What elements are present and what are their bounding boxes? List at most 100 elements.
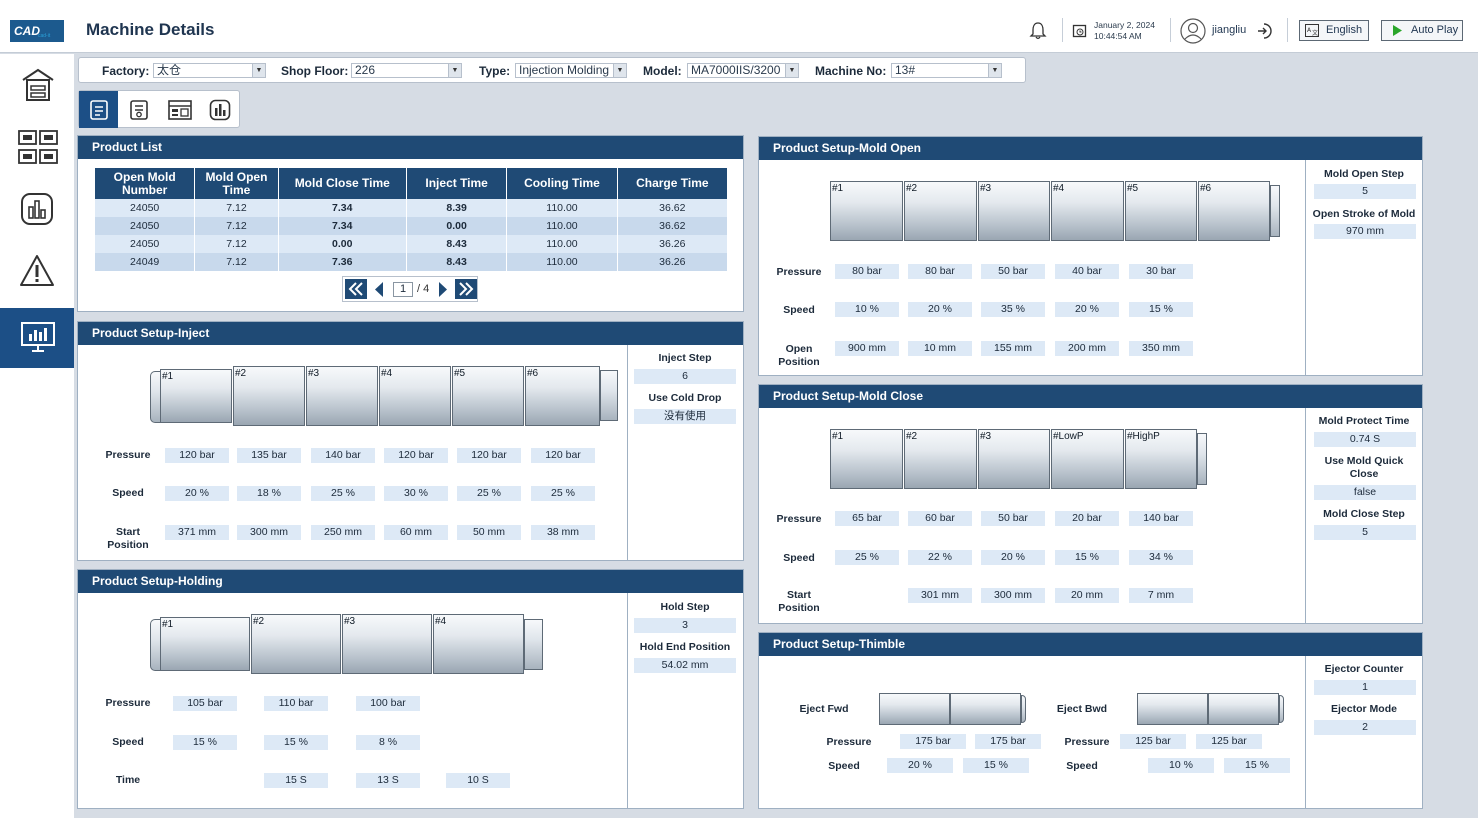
speed-value: 18 %	[237, 486, 301, 501]
tab-settings-doc[interactable]	[119, 91, 158, 128]
cylinder-stage: #3	[978, 181, 1050, 241]
speed-value: 20 %	[981, 550, 1045, 565]
speed-label: Speed	[112, 736, 144, 748]
tab-bar-chart[interactable]	[200, 91, 239, 128]
cylinder-stage: #1	[160, 617, 250, 671]
last-page-icon[interactable]	[455, 279, 477, 299]
bell-icon[interactable]	[1029, 21, 1047, 40]
report-chart-icon	[21, 193, 53, 225]
machine-no-select[interactable]: 13# ▼	[891, 63, 1002, 78]
sidebar-item-machines[interactable]	[0, 116, 74, 178]
open-stroke-value: 970 mm	[1314, 224, 1416, 239]
start-position-label: Start Position	[778, 589, 820, 614]
mold-close-step-label: Mold Close Step	[1323, 508, 1405, 520]
col-header: Mold Open Time	[195, 168, 278, 199]
factory-label: Factory:	[102, 64, 150, 78]
position-value: 38 mm	[531, 525, 595, 540]
holding-panel: Product Setup-Holding #1 #2 #3 #4 Pressu…	[77, 569, 744, 809]
pressure-label: Pressure	[776, 266, 822, 278]
cell: 7.36	[278, 253, 406, 271]
cylinder-end	[524, 619, 543, 670]
stage-label: #2	[906, 183, 918, 194]
thimble-side-info: Ejector Counter 1 Ejector Mode 2	[1305, 656, 1423, 808]
fwd-speed-value: 15 %	[963, 758, 1029, 773]
stage-label: #4	[381, 368, 393, 379]
auto-play-button[interactable]: Auto Play	[1381, 20, 1463, 41]
cylinder-stage: #2	[904, 181, 977, 241]
pressure-value: 100 bar	[356, 696, 420, 711]
speed-value: 20 %	[1055, 302, 1119, 317]
pressure-value: 65 bar	[835, 511, 899, 526]
quick-close-value: false	[1314, 485, 1416, 500]
speed-value: 20 %	[908, 302, 972, 317]
ejector-counter-label: Ejector Counter	[1324, 663, 1404, 675]
table-row[interactable]: 24050 7.12 7.34 8.39 110.00 36.62	[95, 199, 727, 217]
time-text: 10:44:54 AM	[1094, 31, 1142, 41]
cylinder-stage: #4	[1051, 181, 1124, 241]
shop-floor-select[interactable]: 226 ▼	[351, 63, 462, 78]
product-list-title: Product List	[78, 136, 743, 159]
sidebar-item-monitor[interactable]	[0, 308, 74, 368]
eject-bwd-cylinder	[1208, 693, 1279, 725]
table-row[interactable]: 24049 7.12 7.36 8.43 110.00 36.26	[95, 253, 727, 271]
hold-step-label: Hold Step	[660, 601, 710, 613]
stage-label: #5	[1127, 183, 1139, 194]
type-select[interactable]: Injection Molding M ▼	[515, 63, 627, 78]
machine-panel-icon	[168, 100, 192, 120]
cell: 24049	[95, 253, 195, 271]
position-value: 200 mm	[1055, 341, 1119, 356]
cell: 7.34	[278, 217, 406, 235]
divider	[1170, 18, 1171, 42]
pressure-value: 60 bar	[908, 511, 972, 526]
cylinder-stage: #5	[1125, 181, 1197, 241]
next-page-icon[interactable]	[437, 281, 449, 298]
factory-select[interactable]: 太仓 ▼	[153, 63, 266, 78]
cylinder-stage: #1	[830, 429, 903, 489]
cell: 110.00	[507, 253, 617, 271]
position-value: 350 mm	[1129, 341, 1193, 356]
sidebar-item-reports[interactable]	[0, 178, 74, 240]
position-value: 60 mm	[384, 525, 448, 540]
page-title: Machine Details	[86, 20, 215, 39]
mold-open-step-value: 5	[1314, 184, 1416, 199]
language-icon: A文	[1305, 24, 1319, 37]
chevron-down-icon: ▼	[613, 64, 626, 77]
user-avatar-icon[interactable]	[1180, 18, 1206, 44]
page-input[interactable]: 1	[393, 282, 413, 297]
language-button[interactable]: A文 English	[1299, 20, 1369, 41]
inject-step-value: 6	[634, 369, 736, 384]
table-row[interactable]: 24050 7.12 0.00 8.43 110.00 36.26	[95, 235, 727, 253]
tab-product[interactable]	[79, 91, 118, 128]
model-select[interactable]: MA7000IIS/3200 ▼	[687, 63, 799, 78]
cell: 36.62	[617, 217, 727, 235]
quick-close-label: Use Mold Quick Close	[1324, 455, 1404, 480]
cell: 8.43	[406, 235, 507, 253]
prev-page-icon[interactable]	[373, 281, 385, 298]
svg-text:文: 文	[1312, 29, 1318, 37]
cylinder-stage: #2	[251, 614, 341, 674]
pressure-value: 140 bar	[311, 448, 375, 463]
pressure-value: 120 bar	[384, 448, 448, 463]
tab-machine-panel[interactable]	[160, 91, 199, 128]
speed-value: 25 %	[457, 486, 521, 501]
first-page-icon[interactable]	[345, 279, 367, 299]
table-row[interactable]: 24050 7.12 7.34 0.00 110.00 36.62	[95, 217, 727, 235]
nozzle-tip	[150, 619, 160, 671]
position-value: 300 mm	[237, 525, 301, 540]
sidebar-item-factory[interactable]	[0, 54, 74, 116]
sidebar-item-alarms[interactable]	[0, 240, 74, 302]
eject-bwd-cylinder	[1137, 693, 1208, 725]
bwd-speed-value: 10 %	[1148, 758, 1214, 773]
position-value: 20 mm	[1055, 588, 1119, 603]
logout-icon[interactable]	[1256, 22, 1274, 40]
holding-side-info: Hold Step 3 Hold End Position 54.02 mm	[627, 593, 744, 808]
hold-end-label: Hold End Position	[639, 641, 731, 653]
pressure-value: 80 bar	[835, 264, 899, 279]
cell: 110.00	[507, 199, 617, 217]
page-total: / 4	[417, 283, 430, 295]
eject-fwd-cylinder	[950, 693, 1021, 725]
position-value: 155 mm	[981, 341, 1045, 356]
shop-floor-value: 226	[355, 63, 376, 77]
sidebar	[0, 54, 74, 818]
cell: 7.12	[195, 235, 278, 253]
